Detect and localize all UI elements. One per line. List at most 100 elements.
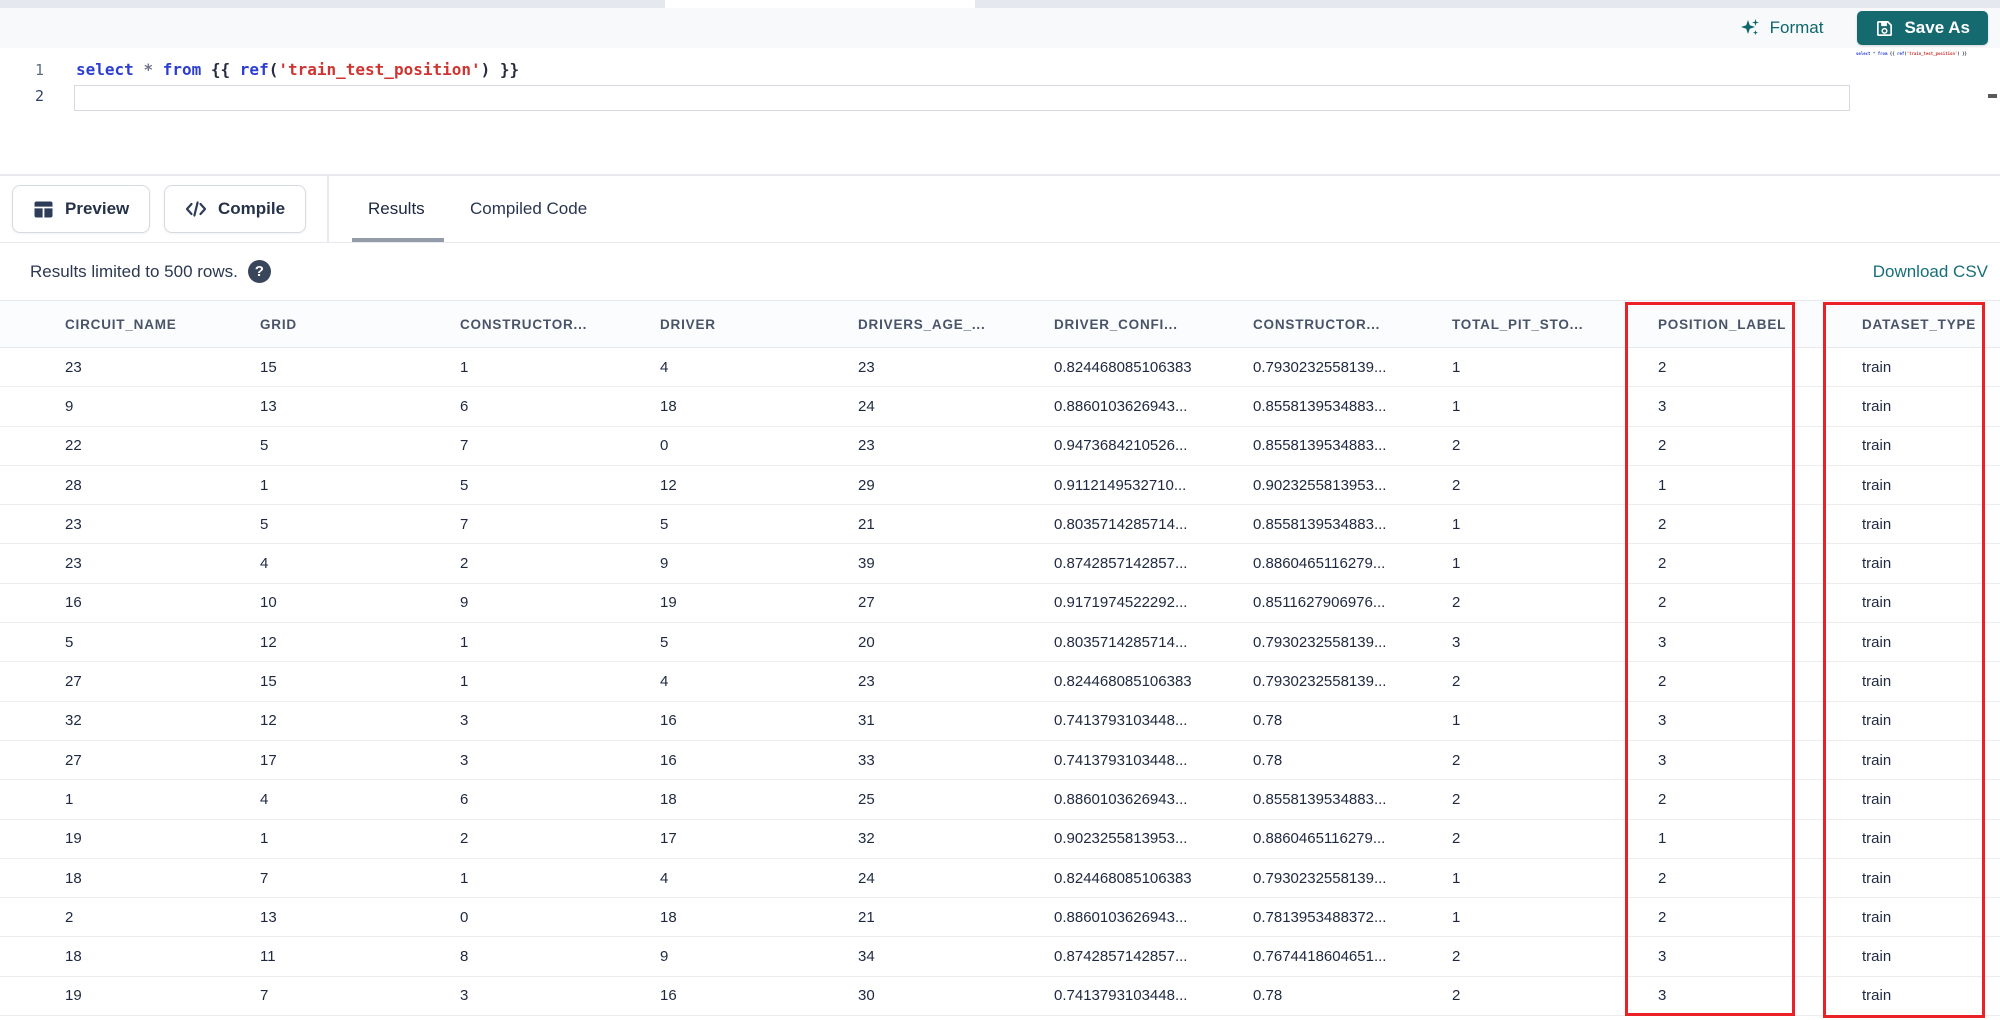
table-cell: 19 — [65, 830, 82, 848]
table-cell: 18 — [660, 908, 677, 926]
table-cell: 18 — [660, 397, 677, 415]
table-row: 2 13 0 18 21 0.8860103626943... 0.781395348837… — [0, 898, 2000, 938]
table-cell: 27 — [65, 751, 82, 769]
format-label: Format — [1769, 18, 1824, 37]
table-cell: train — [1862, 751, 1892, 769]
table-cell: 3 — [460, 751, 469, 769]
table-cell: 15 — [260, 358, 277, 376]
line-number-gutter: 1 2 — [0, 57, 44, 109]
table-cell: 17 — [260, 751, 277, 769]
table-cell: 2 — [1658, 515, 1667, 533]
column-header-constructor[interactable]: CONSTRUCTOR... — [1253, 317, 1452, 332]
column-header-driver[interactable]: DRIVER — [660, 317, 858, 332]
table-cell: 0.7930232558139... — [1253, 869, 1387, 887]
table-cell: 0.8558139534883... — [1253, 437, 1387, 455]
sql-code-editor[interactable]: 1 2 select * from {{ ref('train_test_pos… — [0, 48, 2000, 174]
table-cell: 12 — [260, 712, 277, 730]
table-cell: 1 — [1452, 908, 1461, 926]
table-cell: 29 — [858, 476, 875, 494]
tab-compiled-code-label: Compiled Code — [470, 199, 588, 218]
preview-button[interactable]: Preview — [12, 185, 151, 233]
table-row: 32 12 3 16 31 0.7413793103448... 0.78 1 3 train — [0, 701, 2000, 741]
table-cell: 3 — [1658, 712, 1667, 730]
active-file-tab[interactable] — [665, 0, 975, 8]
table-cell: 0.8035714285714... — [1054, 633, 1188, 651]
tab-results[interactable]: Results — [368, 176, 425, 242]
help-icon[interactable]: ? — [247, 260, 271, 283]
table-cell: 1 — [1452, 869, 1461, 887]
table-cell: 23 — [65, 358, 82, 376]
table-cell: 16 — [660, 987, 677, 1005]
table-cell: train — [1862, 790, 1892, 808]
table-cell: 0 — [460, 908, 469, 926]
save-as-label: Save As — [1904, 18, 1970, 37]
tab-results-label: Results — [368, 199, 425, 218]
table-cell: 0.8860103626943... — [1054, 397, 1188, 415]
table-cell: 13 — [260, 397, 277, 415]
table-cell: 3 — [1658, 633, 1667, 651]
table-cell: 2 — [1658, 790, 1667, 808]
table-cell: 15 — [260, 673, 277, 691]
table-cell: 16 — [65, 594, 82, 612]
table-cell: 16 — [660, 712, 677, 730]
table-cell: 3 — [1658, 397, 1667, 415]
table-cell: 32 — [858, 830, 875, 848]
column-header-total-pit-sto[interactable]: TOTAL_PIT_STO... — [1452, 317, 1658, 332]
table-cell: 1 — [260, 830, 269, 848]
save-as-button[interactable]: Save As — [1857, 11, 1988, 45]
table-cell: 1 — [1658, 476, 1667, 494]
table-cell: 0.9473684210526... — [1054, 437, 1188, 455]
table-cell: 5 — [660, 515, 669, 533]
column-header-grid[interactable]: GRID — [260, 317, 460, 332]
table-cell: train — [1862, 397, 1892, 415]
table-cell: 0.7413793103448... — [1054, 751, 1188, 769]
table-cell: train — [1862, 594, 1892, 612]
table-cell: 7 — [460, 515, 469, 533]
table-cell: 23 — [858, 358, 875, 376]
column-header-constructor[interactable]: CONSTRUCTOR... — [460, 317, 660, 332]
table-cell: 4 — [660, 358, 669, 376]
editor-minimap[interactable]: select * from {{ ref('train_test_positio… — [1856, 51, 1988, 61]
table-cell: 0.78 — [1253, 712, 1283, 730]
table-cell: 2 — [1452, 594, 1461, 612]
table-cell: 2 — [65, 908, 74, 926]
table-cell: 2 — [460, 830, 469, 848]
table-cell: 0.8035714285714... — [1054, 515, 1188, 533]
column-header-position-label[interactable]: POSITION_LABEL — [1658, 317, 1862, 332]
table-cell: 31 — [858, 712, 875, 730]
line-number-1: 1 — [34, 61, 44, 79]
table-cell: train — [1862, 437, 1892, 455]
table-cell: 0.8511627906976... — [1253, 594, 1386, 612]
table-cell: 1 — [1452, 555, 1461, 573]
table-cell: 0.9112149532710... — [1054, 476, 1187, 494]
tab-compiled-code[interactable]: Compiled Code — [470, 176, 587, 242]
download-csv-link[interactable]: Download CSV — [1873, 262, 1988, 282]
table-cell: 27 — [65, 673, 82, 691]
column-header-driver-confi[interactable]: DRIVER_CONFI... — [1054, 317, 1253, 332]
column-header-drivers-age[interactable]: DRIVERS_AGE_... — [858, 317, 1054, 332]
table-cell: 2 — [1658, 908, 1667, 926]
section-divider — [327, 176, 329, 242]
column-header-circuit-name[interactable]: CIRCUIT_NAME — [65, 317, 260, 332]
table-cell: 0.7413793103448... — [1054, 987, 1188, 1005]
table-cell: 1 — [1452, 397, 1461, 415]
table-cell: 7 — [260, 987, 269, 1005]
table-row: 27 17 3 16 33 0.7413793103448... 0.78 2 3 train — [0, 740, 2000, 781]
table-cell: train — [1862, 476, 1892, 494]
table-cell: 8 — [460, 948, 469, 966]
format-button[interactable]: Format — [1739, 17, 1824, 39]
table-cell: 2 — [1658, 358, 1667, 376]
table-cell: 0.7813953488372... — [1253, 908, 1387, 926]
table-row: 9 13 6 18 24 0.8860103626943... 0.855813953488… — [0, 387, 2000, 427]
table-cell: 1 — [1452, 712, 1461, 730]
table-cell: train — [1862, 358, 1892, 376]
table-cell: 30 — [858, 987, 875, 1005]
table-cell: 1 — [65, 790, 74, 808]
current-line-highlight[interactable] — [74, 85, 1850, 111]
code-line-1[interactable]: select * from {{ ref('train_test_positio… — [76, 57, 519, 83]
table-cell: 0.9023255813953... — [1253, 476, 1387, 494]
column-header-dataset-type[interactable]: DATASET_TYPE — [1862, 317, 2000, 332]
table-cell: 4 — [260, 555, 269, 573]
table-cell: 6 — [460, 790, 469, 808]
compile-button[interactable]: Compile — [164, 185, 307, 233]
